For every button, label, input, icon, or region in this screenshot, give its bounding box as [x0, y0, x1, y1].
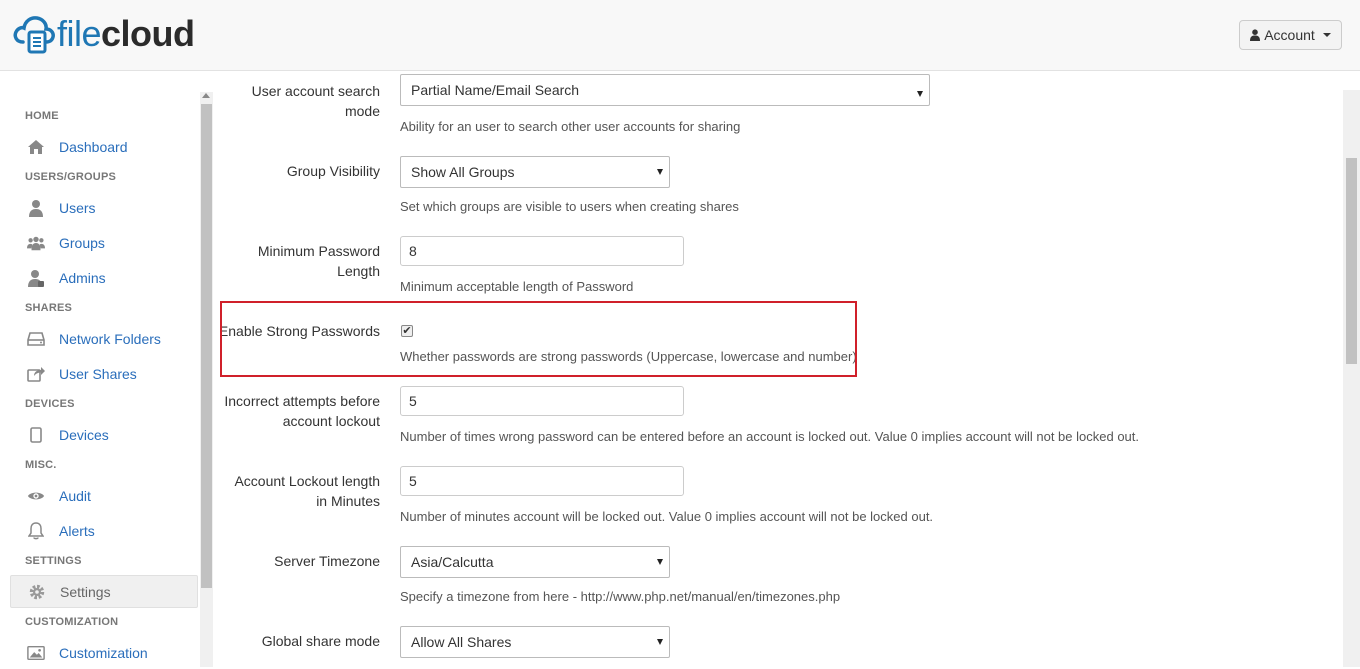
user-search-mode-label: User account search mode	[213, 81, 380, 121]
sidebar-item-settings[interactable]: Settings	[10, 575, 198, 608]
sidebar-section-devices: DEVICES	[25, 398, 75, 410]
tablet-icon	[27, 426, 45, 444]
sidebar-item-label: Settings	[60, 583, 111, 600]
sidebar-item-users[interactable]: Users	[10, 191, 198, 224]
group-icon	[27, 234, 45, 252]
hard-drive-icon	[27, 330, 45, 348]
user-search-mode-select[interactable]: Partial Name/Email Search	[400, 74, 930, 106]
user-icon	[1250, 29, 1261, 41]
sidebar-section-shares: SHARES	[25, 302, 73, 314]
sidebar-item-label: Alerts	[59, 522, 95, 539]
sidebar-item-label: Admins	[59, 269, 106, 286]
label-line: account lockout	[282, 413, 380, 429]
sidebar-item-devices[interactable]: Devices	[10, 418, 198, 451]
dropdown-arrow-icon	[657, 169, 663, 175]
sidebar: HOME Dashboard USERS/GROUPS Users Groups…	[0, 71, 200, 667]
sidebar-item-label: Users	[59, 199, 96, 216]
select-value: Partial Name/Email Search	[411, 82, 580, 98]
min-password-length-label: Minimum Password Length	[213, 241, 380, 281]
account-label: Account	[1264, 27, 1315, 43]
label-line: Account Lockout length	[234, 473, 380, 489]
min-password-length-help: Minimum acceptable length of Password	[400, 279, 634, 294]
caret-down-icon	[1322, 33, 1331, 37]
sidebar-item-alerts[interactable]: Alerts	[10, 514, 198, 547]
select-value: Asia/Calcutta	[411, 554, 494, 570]
user-icon	[27, 199, 45, 217]
label-line: Incorrect attempts before	[224, 393, 380, 409]
main-scrollbar-thumb[interactable]	[1346, 158, 1357, 364]
sidebar-item-label: Network Folders	[59, 330, 161, 347]
logo-text-file: file	[57, 13, 102, 54]
min-password-length-input[interactable]: 8	[400, 236, 684, 266]
sidebar-item-network-folders[interactable]: Network Folders	[10, 322, 198, 355]
lockout-length-help: Number of minutes account will be locked…	[400, 509, 934, 524]
sidebar-item-groups[interactable]: Groups	[10, 226, 198, 259]
sidebar-item-label: User Shares	[59, 365, 137, 382]
incorrect-attempts-help: Number of times wrong password can be en…	[400, 429, 1140, 444]
bell-icon	[27, 521, 45, 540]
image-icon	[27, 644, 45, 662]
global-share-mode-label: Global share mode	[261, 633, 380, 649]
label-line: Minimum Password	[257, 243, 380, 259]
eye-icon	[27, 487, 45, 505]
group-visibility-help: Set which groups are visible to users wh…	[400, 199, 739, 214]
sidebar-item-admins[interactable]: Admins	[10, 261, 198, 294]
server-timezone-select[interactable]: Asia/Calcutta	[400, 546, 670, 578]
label-line: in Minutes	[316, 493, 380, 509]
sidebar-section-users-groups: USERS/GROUPS	[25, 171, 117, 183]
home-icon	[27, 138, 45, 156]
strong-passwords-highlight-box	[220, 301, 857, 377]
admin-icon	[27, 269, 45, 287]
server-timezone-help: Specify a timezone from here - http://ww…	[400, 589, 841, 604]
account-dropdown-button[interactable]: Account	[1239, 20, 1342, 50]
sidebar-section-home: HOME	[25, 110, 59, 122]
share-icon	[27, 365, 45, 383]
sidebar-item-label: Dashboard	[59, 138, 128, 155]
lockout-length-label: Account Lockout length in Minutes	[213, 471, 380, 511]
filecloud-logo[interactable]: filecloud	[13, 12, 195, 56]
sidebar-item-audit[interactable]: Audit	[10, 479, 198, 512]
scroll-up-arrow-icon[interactable]	[202, 93, 210, 98]
sidebar-scrollbar-thumb[interactable]	[201, 104, 212, 588]
logo-text-cloud: cloud	[101, 13, 195, 54]
server-timezone-label: Server Timezone	[274, 553, 380, 569]
global-share-mode-select[interactable]: Allow All Shares	[400, 626, 670, 658]
incorrect-attempts-label: Incorrect attempts before account lockou…	[213, 391, 380, 431]
sidebar-item-label: Groups	[59, 234, 105, 251]
sidebar-section-settings: SETTINGS	[25, 555, 82, 567]
group-visibility-select[interactable]: Show All Groups	[400, 156, 670, 188]
lockout-length-input[interactable]: 5	[400, 466, 684, 496]
label-line: mode	[344, 103, 380, 119]
sidebar-section-customization: CUSTOMIZATION	[25, 616, 119, 628]
dropdown-arrow-icon	[657, 559, 663, 565]
gear-icon	[28, 583, 46, 601]
top-header: filecloud Account	[0, 0, 1360, 71]
sidebar-item-label: Devices	[59, 426, 109, 443]
dropdown-arrow-icon	[657, 639, 663, 645]
label-line: Length	[337, 263, 380, 279]
dropdown-arrow-icon	[917, 91, 923, 97]
sidebar-item-dashboard[interactable]: Dashboard	[10, 130, 198, 163]
sidebar-section-misc: MISC.	[25, 459, 57, 471]
incorrect-attempts-input[interactable]: 5	[400, 386, 684, 416]
select-value: Allow All Shares	[411, 634, 512, 650]
sidebar-item-customization[interactable]: Customization	[10, 636, 198, 669]
user-search-mode-help: Ability for an user to search other user…	[400, 119, 741, 134]
sidebar-item-label: Audit	[59, 487, 91, 504]
cloud-logo-icon	[13, 16, 55, 54]
sidebar-item-user-shares[interactable]: User Shares	[10, 357, 198, 390]
select-value: Show All Groups	[411, 164, 515, 180]
group-visibility-label: Group Visibility	[286, 163, 380, 179]
label-line: User account search	[251, 83, 380, 99]
sidebar-item-label: Customization	[59, 644, 148, 661]
